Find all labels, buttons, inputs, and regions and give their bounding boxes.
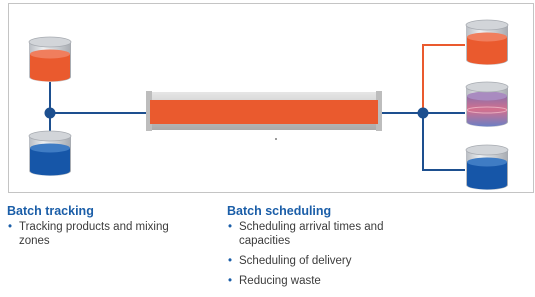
list-item: Reducing waste (227, 274, 427, 288)
tank-left-bottom (28, 130, 72, 176)
tank-right-bottom (465, 144, 509, 190)
batch-scheduling-section: Batch scheduling Scheduling arrival time… (227, 204, 427, 294)
batch-tracking-title: Batch tracking (7, 204, 94, 218)
list-item: Tracking products and mixing zones (7, 220, 197, 248)
batch-scheduling-title: Batch scheduling (227, 204, 332, 218)
batch-scheduling-list: Scheduling arrival times and capacities … (227, 220, 427, 288)
pipeline-diagram (8, 3, 534, 193)
tank-right-top (465, 19, 509, 65)
list-item: Scheduling arrival times and capacities (227, 220, 427, 248)
batch-tracking-list: Tracking products and mixing zones (7, 220, 197, 248)
junction-node-right (417, 107, 429, 119)
tank-right-middle (465, 81, 509, 127)
junction-node-left (44, 107, 56, 119)
batch-tracking-section: Batch tracking Tracking products and mix… (7, 204, 197, 254)
tank-left-top (28, 36, 72, 82)
list-item: Scheduling of delivery (227, 254, 427, 268)
pipeline-product-fill (150, 100, 378, 124)
